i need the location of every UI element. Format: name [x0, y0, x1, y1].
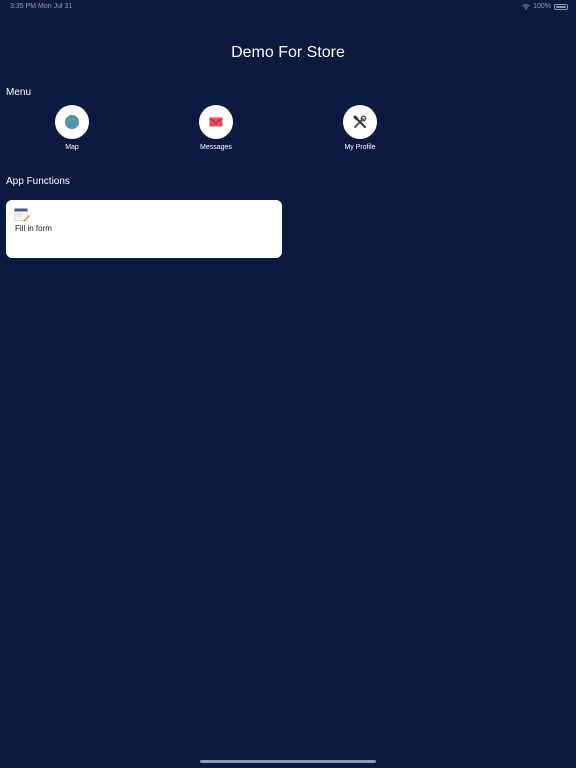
- page-title: Demo For Store: [231, 44, 345, 61]
- envelope-icon: [209, 117, 223, 127]
- tools-icon: [353, 115, 367, 128]
- messages-icon-button[interactable]: [199, 105, 233, 139]
- wifi-icon: [522, 3, 530, 10]
- menu-item-messages[interactable]: Messages: [176, 105, 256, 151]
- menu-item-map[interactable]: Map: [32, 105, 112, 151]
- menu-section-label: Menu: [6, 87, 32, 98]
- form-pencil-icon: [14, 208, 30, 222]
- home-indicator[interactable]: [200, 760, 376, 763]
- map-icon-button[interactable]: [55, 105, 89, 139]
- menu-item-my-profile[interactable]: My Profile: [320, 105, 400, 151]
- battery-icon: [554, 3, 568, 10]
- menu-item-my-profile-label: My Profile: [344, 144, 376, 151]
- status-time-date: 3:35 PM Mon Jul 31: [10, 3, 73, 10]
- status-indicators: 100%: [522, 3, 568, 10]
- menu-item-messages-label: Messages: [200, 144, 232, 151]
- my-profile-icon-button[interactable]: [343, 105, 377, 139]
- battery-percent: 100%: [533, 3, 551, 10]
- status-bar: 3:35 PM Mon Jul 31 100%: [0, 0, 576, 14]
- globe-icon: [65, 115, 79, 129]
- menu-item-map-label: Map: [65, 144, 79, 151]
- fill-in-form-card[interactable]: Fill in form: [6, 200, 282, 258]
- fill-in-form-label: Fill in form: [15, 224, 52, 233]
- app-functions-section-label: App Functions: [6, 176, 70, 187]
